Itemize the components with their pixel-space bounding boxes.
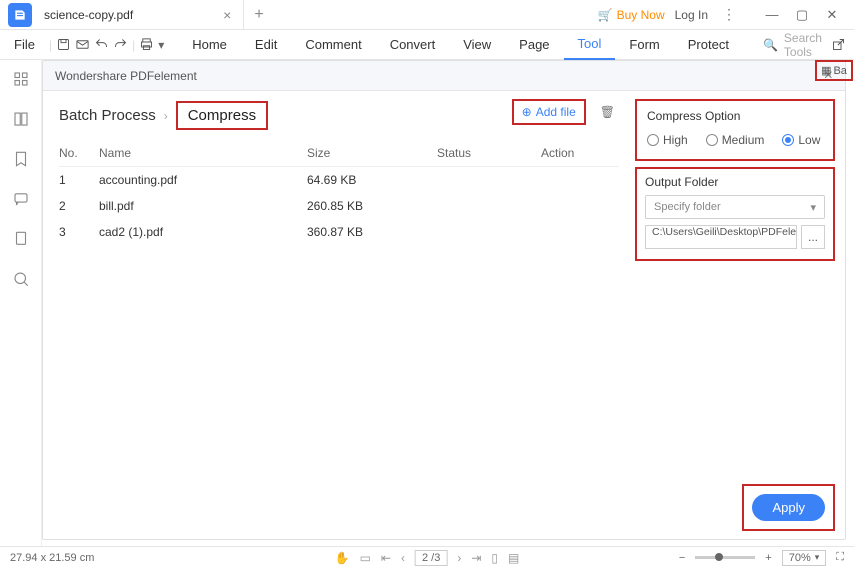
file-menu[interactable]: File bbox=[4, 37, 45, 52]
menu-protect[interactable]: Protect bbox=[674, 30, 743, 60]
close-tab-icon[interactable]: × bbox=[223, 7, 231, 23]
apply-button[interactable]: Apply bbox=[752, 494, 825, 521]
zoom-in-icon[interactable]: + bbox=[765, 552, 771, 564]
output-path-input[interactable]: C:\Users\Geili\Desktop\PDFelement\Op bbox=[645, 225, 797, 249]
browse-button[interactable]: ... bbox=[801, 225, 825, 249]
document-title: science-copy.pdf bbox=[44, 8, 133, 22]
compress-tab[interactable]: Compress bbox=[176, 101, 268, 130]
dialog-title: Wondershare PDFelement bbox=[55, 69, 197, 83]
menu-view[interactable]: View bbox=[449, 30, 505, 60]
table-row[interactable]: 3cad2 (1).pdf360.87 KB bbox=[59, 219, 619, 245]
menu-edit[interactable]: Edit bbox=[241, 30, 291, 60]
table-row[interactable]: 1accounting.pdf64.69 KB bbox=[59, 167, 619, 193]
app-logo-icon bbox=[8, 3, 32, 27]
bookmark-icon[interactable] bbox=[12, 150, 30, 168]
menu-comment[interactable]: Comment bbox=[291, 30, 375, 60]
more-icon[interactable]: ⋮ bbox=[718, 6, 740, 23]
radio-low[interactable]: Low bbox=[782, 133, 820, 147]
menu-convert[interactable]: Convert bbox=[376, 30, 450, 60]
output-folder-box: Output Folder Specify folder ▾ C:\Users\… bbox=[635, 167, 835, 261]
table-header: No. Name Size Status Action bbox=[59, 140, 619, 167]
menu-home[interactable]: Home bbox=[178, 30, 241, 60]
zoom-slider[interactable] bbox=[695, 556, 755, 559]
chevron-down-icon: ▾ bbox=[810, 201, 816, 214]
search-icon: 🔍 bbox=[763, 38, 778, 52]
zoom-value[interactable]: 70%▾ bbox=[782, 550, 827, 566]
compress-option-box: Compress Option High Medium Low bbox=[635, 99, 835, 161]
cart-icon: 🛒 bbox=[598, 8, 613, 22]
fullscreen-icon[interactable]: ⛶ bbox=[836, 551, 844, 564]
hand-tool-icon[interactable]: ✋ bbox=[335, 551, 350, 565]
buy-now-link[interactable]: 🛒 Buy Now bbox=[598, 8, 665, 22]
table-row[interactable]: 2bill.pdf260.85 KB bbox=[59, 193, 619, 219]
radio-high[interactable]: High bbox=[647, 133, 688, 147]
delete-icon[interactable]: 🗑 bbox=[600, 105, 615, 119]
next-page-icon[interactable]: › bbox=[457, 551, 461, 565]
output-folder-dropdown[interactable]: Specify folder ▾ bbox=[645, 195, 825, 219]
attach-icon[interactable] bbox=[12, 230, 30, 248]
menu-bar: File | | ▾ HomeEditCommentConvertViewPag… bbox=[0, 30, 854, 60]
save-icon[interactable] bbox=[56, 32, 71, 58]
comment-icon[interactable] bbox=[12, 190, 30, 208]
maximize-button[interactable]: ▢ bbox=[788, 1, 816, 29]
book-icon[interactable] bbox=[12, 110, 30, 128]
selection-icon[interactable]: ▭ bbox=[360, 551, 371, 565]
plus-icon: ⊕ bbox=[522, 105, 532, 119]
menu-tool[interactable]: Tool bbox=[564, 30, 616, 60]
prev-page-icon[interactable]: ‹ bbox=[401, 551, 405, 565]
single-page-icon[interactable]: ▯ bbox=[491, 551, 498, 565]
new-tab-button[interactable]: + bbox=[244, 6, 273, 24]
first-page-icon[interactable]: ⇤ bbox=[381, 551, 391, 565]
menu-page[interactable]: Page bbox=[505, 30, 563, 60]
thumbnails-icon[interactable] bbox=[12, 70, 30, 88]
menu-form[interactable]: Form bbox=[615, 30, 673, 60]
close-window-button[interactable]: ✕ bbox=[818, 1, 846, 29]
undo-icon[interactable] bbox=[94, 32, 109, 58]
mail-icon[interactable] bbox=[75, 32, 90, 58]
radio-medium[interactable]: Medium bbox=[706, 133, 765, 147]
batch-right-button[interactable]: ▦ Ba bbox=[815, 60, 853, 81]
left-sidebar bbox=[0, 60, 42, 546]
document-tab[interactable]: science-copy.pdf × bbox=[32, 0, 244, 29]
title-bar: science-copy.pdf × + 🛒 Buy Now Log In ⋮ … bbox=[0, 0, 854, 30]
last-page-icon[interactable]: ⇥ bbox=[471, 551, 481, 565]
add-file-button[interactable]: ⊕ Add file bbox=[512, 99, 586, 125]
output-title: Output Folder bbox=[645, 175, 825, 189]
login-link[interactable]: Log In bbox=[675, 8, 708, 22]
print-icon[interactable] bbox=[139, 32, 154, 58]
grid-icon: ▦ bbox=[821, 64, 831, 77]
search-tools[interactable]: 🔍 Search Tools bbox=[763, 31, 822, 59]
page-dimensions: 27.94 x 21.59 cm bbox=[10, 552, 94, 564]
continuous-icon[interactable]: ▤ bbox=[508, 551, 519, 565]
print-dropdown-icon[interactable]: ▾ bbox=[158, 32, 164, 58]
status-bar: 27.94 x 21.59 cm ✋ ▭ ⇤ ‹ 2 /3 › ⇥ ▯ ▤ − … bbox=[0, 546, 854, 568]
batch-dialog: Wondershare PDFelement × Batch Process ›… bbox=[42, 60, 846, 540]
compress-option-title: Compress Option bbox=[647, 109, 823, 123]
zoom-out-icon[interactable]: − bbox=[679, 552, 685, 564]
search-rail-icon[interactable] bbox=[12, 270, 30, 288]
share-icon[interactable] bbox=[826, 32, 852, 58]
page-number-input[interactable]: 2 /3 bbox=[415, 550, 447, 566]
minimize-button[interactable]: — bbox=[758, 1, 786, 29]
batch-process-label: Batch Process bbox=[59, 107, 156, 124]
redo-icon[interactable] bbox=[113, 32, 128, 58]
